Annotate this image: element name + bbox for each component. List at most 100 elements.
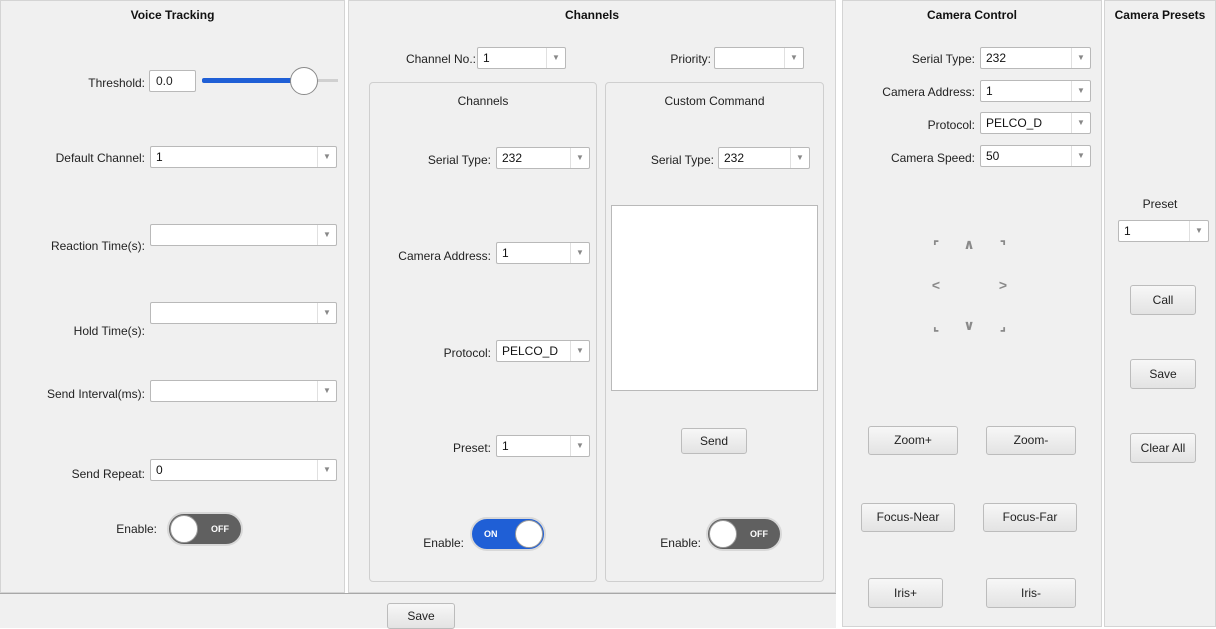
cc-serial-type-value: 232 bbox=[986, 51, 1007, 65]
custom-serial-type-select[interactable]: 232 ▼ bbox=[718, 147, 810, 169]
chevron-down-icon: ▼ bbox=[1071, 113, 1090, 133]
toggle-knob bbox=[515, 520, 543, 548]
preset-save-button[interactable]: Save bbox=[1130, 359, 1196, 389]
threshold-slider[interactable] bbox=[202, 67, 342, 95]
cc-protocol-select[interactable]: PELCO_D ▼ bbox=[980, 112, 1091, 134]
group-preset-value: 1 bbox=[502, 439, 509, 453]
send-interval-label: Send Interval(ms): bbox=[46, 387, 145, 401]
chevron-down-icon: ▼ bbox=[790, 148, 809, 168]
reaction-time-select[interactable]: ▼ bbox=[150, 224, 337, 246]
group-camera-address-label: Camera Address: bbox=[398, 249, 491, 263]
chevron-down-icon: ▼ bbox=[317, 381, 336, 401]
focus-far-button[interactable]: Focus-Far bbox=[983, 503, 1077, 532]
preset-value: 1 bbox=[1124, 224, 1131, 238]
channel-no-label: Channel No.: bbox=[405, 52, 476, 66]
voice-enable-toggle[interactable]: OFF bbox=[167, 512, 243, 546]
custom-serial-type-value: 232 bbox=[724, 151, 745, 165]
camera-control-title: Camera Control bbox=[926, 8, 1018, 22]
threshold-slider-knob[interactable] bbox=[290, 67, 318, 95]
send-interval-select[interactable]: ▼ bbox=[150, 380, 337, 402]
preset-label: Preset bbox=[1142, 197, 1178, 211]
pan-up-right-icon[interactable]: ⌝ bbox=[993, 236, 1013, 256]
chevron-down-icon: ▼ bbox=[1071, 146, 1090, 166]
send-repeat-select[interactable]: 0 ▼ bbox=[150, 459, 337, 481]
group-protocol-select[interactable]: PELCO_D ▼ bbox=[496, 340, 590, 362]
chevron-down-icon: ▼ bbox=[570, 243, 589, 263]
camera-presets-panel: Camera Presets Preset 1 ▼ Call Save Clea… bbox=[1104, 0, 1216, 627]
threshold-field[interactable]: 0.0 bbox=[149, 70, 196, 92]
channel-no-value: 1 bbox=[483, 51, 490, 65]
preset-select[interactable]: 1 ▼ bbox=[1118, 220, 1209, 242]
pan-left-icon[interactable]: < bbox=[926, 275, 946, 295]
group-serial-type-select[interactable]: 232 ▼ bbox=[496, 147, 590, 169]
preset-call-button[interactable]: Call bbox=[1130, 285, 1196, 315]
group-preset-select[interactable]: 1 ▼ bbox=[496, 435, 590, 457]
pan-down-right-icon[interactable]: ⌟ bbox=[993, 315, 1013, 335]
group-serial-type-label: Serial Type: bbox=[427, 153, 491, 167]
priority-select[interactable]: ▼ bbox=[714, 47, 804, 69]
group-preset-label: Preset: bbox=[452, 441, 491, 455]
chevron-down-icon: ▼ bbox=[784, 48, 803, 68]
pan-right-icon[interactable]: > bbox=[993, 275, 1013, 295]
chevron-down-icon: ▼ bbox=[317, 303, 336, 323]
send-repeat-value: 0 bbox=[156, 463, 163, 477]
chevron-down-icon: ▼ bbox=[317, 460, 336, 480]
toggle-knob bbox=[709, 520, 737, 548]
custom-enable-toggle[interactable]: OFF bbox=[706, 517, 782, 551]
cc-serial-type-label: Serial Type: bbox=[911, 52, 975, 66]
voice-tracking-panel: Voice Tracking Threshold: 0.0 Default Ch… bbox=[0, 0, 345, 593]
group-camera-address-select[interactable]: 1 ▼ bbox=[496, 242, 590, 264]
chevron-down-icon: ▼ bbox=[1071, 81, 1090, 101]
group-enable-label: Enable: bbox=[423, 536, 464, 550]
chevron-down-icon: ▼ bbox=[317, 225, 336, 245]
channel-no-select[interactable]: 1 ▼ bbox=[477, 47, 566, 69]
toggle-state: OFF bbox=[750, 529, 768, 539]
cc-protocol-label: Protocol: bbox=[927, 118, 975, 132]
custom-send-button[interactable]: Send bbox=[681, 428, 747, 454]
cc-camera-address-select[interactable]: 1 ▼ bbox=[980, 80, 1091, 102]
send-repeat-label: Send Repeat: bbox=[71, 467, 145, 481]
group-protocol-value: PELCO_D bbox=[502, 344, 559, 358]
pan-down-icon[interactable]: ∨ bbox=[959, 315, 979, 335]
voice-tracking-title: Voice Tracking bbox=[130, 8, 215, 22]
save-button[interactable]: Save bbox=[387, 603, 455, 629]
default-channel-value: 1 bbox=[156, 150, 163, 164]
cc-serial-type-select[interactable]: 232 ▼ bbox=[980, 47, 1091, 69]
cc-protocol-value: PELCO_D bbox=[986, 116, 1043, 130]
cc-camera-address-value: 1 bbox=[986, 84, 993, 98]
custom-command-title: Custom Command bbox=[664, 94, 765, 108]
channels-title: Channels bbox=[564, 8, 619, 22]
custom-enable-label: Enable: bbox=[660, 536, 701, 550]
iris-close-button[interactable]: Iris- bbox=[986, 578, 1076, 608]
camera-presets-title: Camera Presets bbox=[1114, 8, 1206, 22]
custom-command-textarea[interactable] bbox=[611, 205, 818, 391]
zoom-in-button[interactable]: Zoom+ bbox=[868, 426, 958, 455]
group-serial-type-value: 232 bbox=[502, 151, 523, 165]
pan-up-icon[interactable]: ∧ bbox=[959, 234, 979, 254]
camera-control-panel: Camera Control Serial Type: 232 ▼ Camera… bbox=[842, 0, 1102, 627]
group-enable-toggle[interactable]: ON bbox=[470, 517, 546, 551]
chevron-down-icon: ▼ bbox=[1189, 221, 1208, 241]
pan-down-left-icon[interactable]: ⌞ bbox=[926, 315, 946, 335]
hold-time-select[interactable]: ▼ bbox=[150, 302, 337, 324]
pan-up-left-icon[interactable]: ⌜ bbox=[926, 236, 946, 256]
preset-clear-all-button[interactable]: Clear All bbox=[1130, 433, 1196, 463]
voice-enable-label: Enable: bbox=[116, 522, 157, 536]
chevron-down-icon: ▼ bbox=[546, 48, 565, 68]
focus-near-button[interactable]: Focus-Near bbox=[861, 503, 955, 532]
default-channel-label: Default Channel: bbox=[55, 151, 145, 165]
chevron-down-icon: ▼ bbox=[317, 147, 336, 167]
iris-open-button[interactable]: Iris+ bbox=[868, 578, 943, 608]
default-channel-select[interactable]: 1 ▼ bbox=[150, 146, 337, 168]
toggle-state: ON bbox=[484, 529, 498, 539]
zoom-out-button[interactable]: Zoom- bbox=[986, 426, 1076, 455]
custom-command-group: Custom Command Serial Type: 232 ▼ Send E… bbox=[605, 82, 824, 582]
chevron-down-icon: ▼ bbox=[570, 341, 589, 361]
chevron-down-icon: ▼ bbox=[570, 436, 589, 456]
hold-time-label: Hold Time(s): bbox=[73, 324, 145, 338]
toggle-knob bbox=[170, 515, 198, 543]
cc-camera-address-label: Camera Address: bbox=[882, 85, 975, 99]
cc-camera-speed-select[interactable]: 50 ▼ bbox=[980, 145, 1091, 167]
channels-group-title: Channels bbox=[457, 94, 509, 108]
channels-panel: Channels Channel No.: 1 ▼ Priority: ▼ Ch… bbox=[348, 0, 836, 593]
